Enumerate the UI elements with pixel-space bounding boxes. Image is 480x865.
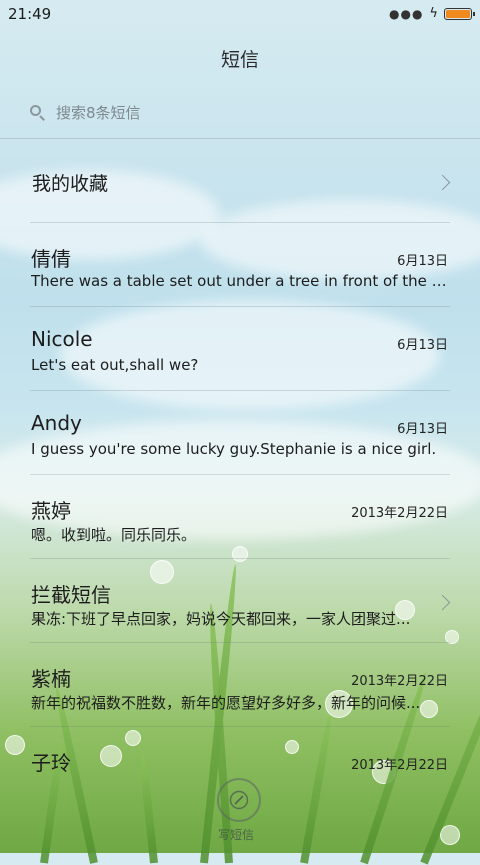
blocked-messages-row[interactable]: 拦截短信 果冻:下班了早点回家，妈说今天都回来，一家人团聚过... xyxy=(0,559,480,643)
conversation-row[interactable]: 紫楠 2013年2月22日 新年的祝福数不胜数，新年的愿望好多好多，新年的问候.… xyxy=(0,643,480,727)
conversation-row[interactable]: Nicole 6月13日 Let's eat out,shall we? xyxy=(0,307,480,391)
search-input[interactable] xyxy=(56,104,356,122)
message-preview: 新年的祝福数不胜数，新年的愿望好多好多，新年的问候... xyxy=(31,694,421,712)
contact-name: 紫楠 xyxy=(31,667,71,691)
message-preview: 嗯。收到啦。同乐同乐。 xyxy=(31,526,197,544)
message-preview: 果冻:下班了早点回家，妈说今天都回来，一家人团聚过... xyxy=(31,610,411,628)
charging-icon: ϟ xyxy=(429,6,438,21)
contact-name: 倩倩 xyxy=(31,247,71,271)
battery-icon xyxy=(444,7,475,20)
status-bar: 21:49 ●●● ϟ xyxy=(0,0,480,28)
message-preview: Let's eat out,shall we? xyxy=(31,356,199,374)
message-date: 2013年2月22日 xyxy=(351,506,448,521)
search-icon xyxy=(30,105,46,121)
compose-icon xyxy=(229,790,249,810)
message-date: 6月13日 xyxy=(397,422,448,437)
contact-name: Nicole xyxy=(31,327,93,351)
conversation-row[interactable]: 燕婷 2013年2月22日 嗯。收到啦。同乐同乐。 xyxy=(0,475,480,559)
message-date: 2013年2月22日 xyxy=(351,674,448,689)
compose-label[interactable]: 写短信 xyxy=(218,826,254,843)
chevron-right-icon xyxy=(434,174,451,191)
page-title: 短信 xyxy=(220,49,259,71)
status-time: 21:49 xyxy=(8,5,52,23)
contact-name: Andy xyxy=(31,411,82,435)
notification-dots-icon: ●●● xyxy=(389,6,424,21)
message-preview: I guess you're some lucky guy.Stephanie … xyxy=(31,440,437,458)
message-preview: There was a table set out under a tree i… xyxy=(31,272,448,290)
contact-name: 燕婷 xyxy=(31,499,71,523)
message-date: 6月13日 xyxy=(397,338,448,353)
conversation-row[interactable]: 倩倩 6月13日 There was a table set out under… xyxy=(0,223,480,307)
favorites-label: 我的收藏 xyxy=(32,173,109,195)
message-date: 2013年2月22日 xyxy=(351,758,448,773)
battery-fill xyxy=(446,9,470,18)
conversation-row[interactable]: Andy 6月13日 I guess you're some lucky guy… xyxy=(0,391,480,475)
contact-name: 子玲 xyxy=(31,751,71,775)
status-icons: ●●● ϟ xyxy=(389,6,475,21)
message-date: 6月13日 xyxy=(397,254,448,269)
favorites-row[interactable]: 我的收藏 xyxy=(0,139,480,223)
contact-name: 拦截短信 xyxy=(31,583,111,607)
compose-button[interactable] xyxy=(217,778,261,822)
search-bar[interactable] xyxy=(30,98,450,128)
